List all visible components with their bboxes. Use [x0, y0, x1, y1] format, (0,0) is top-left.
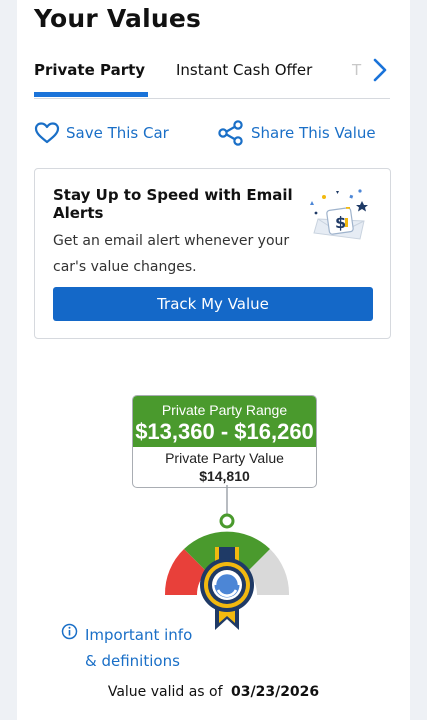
share-value-button[interactable]: Share This Value — [217, 120, 376, 146]
email-alert-text: Get an email alert whenever your car's v… — [53, 233, 290, 275]
heart-icon — [34, 122, 60, 144]
value-gauge — [164, 485, 290, 630]
private-party-value-label: Private Party Value — [165, 450, 284, 466]
envelope-money-icon: $ — [310, 189, 368, 240]
save-car-button[interactable]: Save This Car — [34, 120, 169, 146]
share-value-label: Share This Value — [251, 124, 376, 142]
email-alert-card: Stay Up to Speed with Email Alerts Get a… — [34, 168, 391, 339]
value-valid-date: Value valid as of 03/23/2026 — [17, 684, 410, 700]
tab-bar: Private Party Instant Cash Offer T — [34, 52, 390, 99]
gauge-pointer-dot — [219, 513, 235, 529]
page: Your Values Private Party Instant Cash O… — [17, 0, 410, 720]
valid-prefix: Value valid as of — [107, 684, 223, 700]
tab-instant-cash-offer[interactable]: Instant Cash Offer — [176, 61, 312, 79]
chevron-right-icon[interactable] — [368, 56, 392, 84]
page-title: Your Values — [34, 4, 202, 33]
email-alert-title: Stay Up to Speed with Email Alerts — [53, 186, 293, 222]
important-info-line1: Important info — [85, 626, 193, 644]
save-car-label: Save This Car — [66, 124, 169, 142]
active-tab-indicator — [34, 92, 148, 97]
important-info-line2: & definitions — [85, 652, 180, 670]
range-header: Private Party Range $13,360 - $16,260 — [133, 396, 316, 447]
range-value: $13,360 - $16,260 — [135, 419, 314, 444]
value-actions: Save This Car Share This Value — [34, 120, 394, 148]
important-info-link[interactable]: Important info & definitions — [61, 622, 227, 674]
private-party-range-box: Private Party Range $13,360 - $16,260 Pr… — [132, 395, 317, 488]
private-party-value: $14,810 — [199, 468, 250, 484]
info-icon — [61, 623, 78, 640]
share-icon — [218, 120, 243, 146]
svg-text:$: $ — [335, 213, 346, 232]
tab-trade-in-partial[interactable]: T — [352, 61, 361, 79]
tab-private-party[interactable]: Private Party — [34, 61, 145, 79]
valid-date: 03/23/2026 — [231, 684, 320, 700]
track-my-value-button[interactable]: Track My Value — [53, 287, 373, 321]
range-label: Private Party Range — [161, 402, 288, 418]
